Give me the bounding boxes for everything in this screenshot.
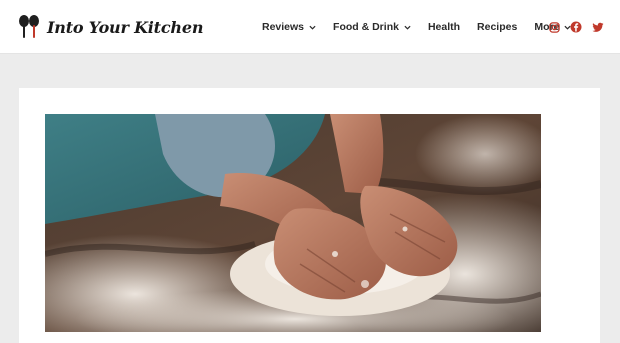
nav-label: Recipes — [477, 21, 518, 33]
twitter-icon — [592, 22, 604, 32]
article-card — [19, 88, 600, 343]
instagram-link[interactable] — [548, 21, 560, 33]
main-nav: Reviews Food & Drink Health Recipes More — [254, 0, 588, 54]
nav-item-reviews[interactable]: Reviews — [262, 21, 316, 33]
site-header: Into Your Kitchen Reviews Food & Drink H… — [0, 0, 620, 54]
social-links — [548, 0, 604, 54]
nav-item-food-drink[interactable]: Food & Drink — [333, 21, 411, 33]
nav-label: Health — [427, 21, 461, 33]
nav-label: Reviews — [262, 21, 305, 33]
kneading-dough-photo — [45, 114, 541, 332]
hero-image[interactable] — [45, 114, 541, 332]
site-name: Into Your Kitchen — [47, 17, 204, 37]
spoon-fork-logo-icon — [19, 15, 39, 38]
chevron-down-icon — [309, 25, 316, 30]
site-logo[interactable]: Into Your Kitchen — [18, 14, 203, 40]
facebook-link[interactable] — [570, 21, 582, 33]
nav-item-health[interactable]: Health — [428, 21, 460, 33]
instagram-icon — [548, 21, 560, 33]
nav-item-recipes[interactable]: Recipes — [477, 21, 517, 33]
facebook-icon — [570, 21, 582, 33]
nav-label: Food & Drink — [333, 21, 399, 33]
chevron-down-icon — [404, 25, 411, 30]
twitter-link[interactable] — [592, 21, 604, 33]
